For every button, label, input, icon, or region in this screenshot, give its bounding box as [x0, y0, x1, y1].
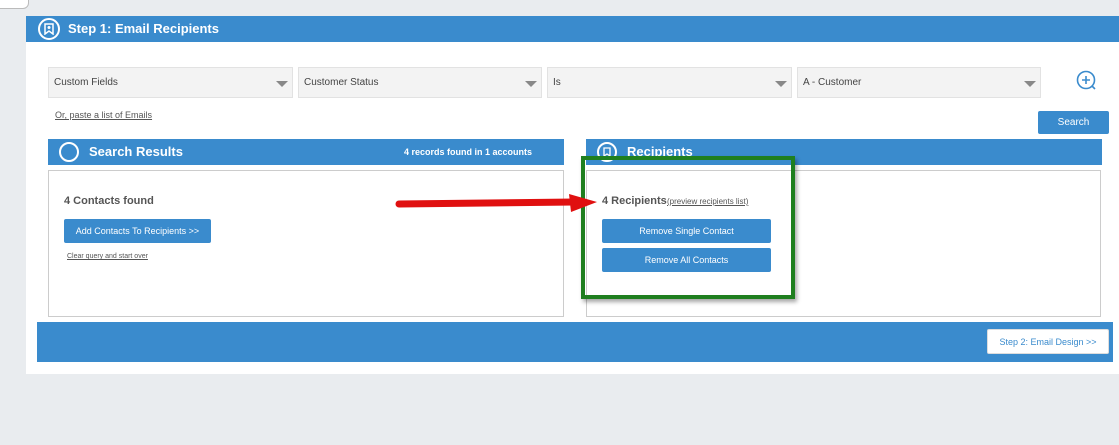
corner-tab	[0, 0, 29, 9]
step-title: Step 1: Email Recipients	[68, 21, 219, 36]
records-count: 4 records found in 1 accounts	[403, 147, 532, 157]
add-contacts-button[interactable]: Add Contacts To Recipients >>	[64, 219, 211, 243]
operator-select-value: Is	[553, 77, 561, 88]
next-step-button[interactable]: Step 2: Email Design >>	[987, 329, 1109, 354]
red-arrow-annotation	[395, 194, 597, 212]
step-header: Step 1: Email Recipients	[26, 16, 1119, 42]
footer-bar	[37, 322, 1113, 362]
field-select-value: Custom Fields	[54, 77, 118, 88]
contacts-found-text: 4 Contacts found	[64, 195, 154, 207]
search-button[interactable]: Search	[1038, 111, 1109, 134]
highlight-box	[581, 156, 795, 299]
chevron-down-icon	[1024, 81, 1036, 87]
chevron-down-icon	[276, 81, 288, 87]
chevron-down-icon	[525, 81, 537, 87]
value-select-value: A - Customer	[803, 77, 862, 88]
ribbon-icon	[38, 18, 60, 40]
subfield-select[interactable]: Customer Status	[298, 67, 542, 98]
subfield-select-value: Customer Status	[304, 77, 379, 88]
add-filter-icon[interactable]	[1076, 70, 1097, 91]
paste-emails-link[interactable]: Or, paste a list of Emails	[55, 110, 152, 120]
field-select[interactable]: Custom Fields	[48, 67, 293, 98]
search-results-header: Search Results 4 records found in 1 acco…	[48, 139, 564, 165]
clear-query-link[interactable]: Clear query and start over	[67, 253, 148, 260]
search-icon	[59, 142, 79, 162]
value-select[interactable]: A - Customer	[797, 67, 1041, 98]
operator-select[interactable]: Is	[547, 67, 792, 98]
chevron-down-icon	[775, 81, 787, 87]
search-results-title: Search Results	[89, 144, 183, 159]
